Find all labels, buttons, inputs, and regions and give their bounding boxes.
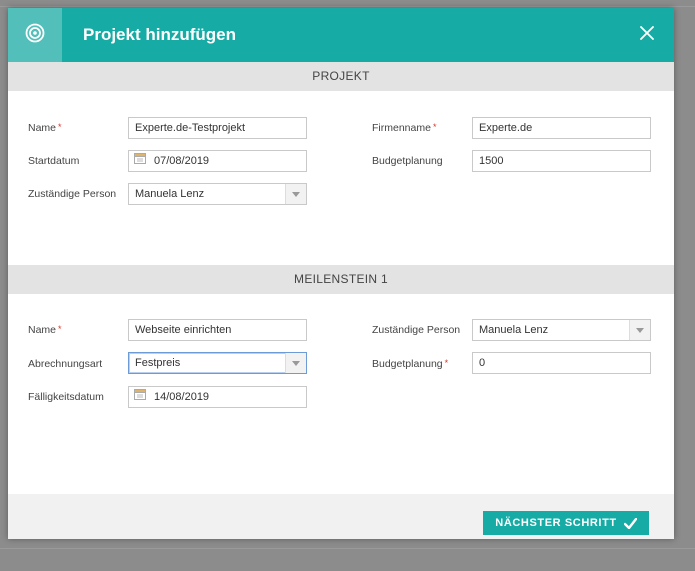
- milestone-budget-label: Budgetplanung *: [372, 358, 449, 370]
- start-date-value: 07/08/2019: [154, 155, 210, 167]
- milestone-person-value: Manuela Lenz: [479, 324, 549, 336]
- calendar-icon: [134, 387, 146, 407]
- backdrop-divider: [0, 548, 695, 549]
- milestone-name-input[interactable]: Webseite einrichten: [128, 319, 307, 341]
- milestone-person-select[interactable]: Manuela Lenz: [472, 319, 651, 341]
- close-button[interactable]: [634, 22, 660, 48]
- company-name-input[interactable]: Experte.de: [472, 117, 651, 139]
- billing-type-label: Abrechnungsart: [28, 358, 103, 370]
- add-project-dialog: Projekt hinzufügen PROJEKT Name * Experte…: [8, 8, 674, 539]
- start-date-input[interactable]: 07/08/2019: [128, 150, 307, 172]
- checkmark-icon: [623, 517, 637, 529]
- section-milestone-header: MEILENSTEIN 1: [8, 265, 674, 294]
- next-step-button[interactable]: NÄCHSTER SCHRITT: [483, 511, 649, 535]
- dialog-header: Projekt hinzufügen: [8, 8, 674, 62]
- responsible-person-label: Zuständige Person: [28, 188, 117, 200]
- next-step-label: NÄCHSTER SCHRITT: [495, 517, 617, 529]
- project-name-input[interactable]: Experte.de-Testprojekt: [128, 117, 307, 139]
- due-date-input[interactable]: 14/08/2019: [128, 386, 307, 408]
- due-date-value: 14/08/2019: [154, 391, 210, 403]
- start-date-label: Startdatum: [28, 155, 80, 167]
- milestone-budget-input[interactable]: 0: [472, 352, 651, 374]
- section-project-header: PROJEKT: [8, 62, 674, 91]
- calendar-icon: [134, 151, 146, 171]
- budget-label: Budgetplanung: [372, 155, 443, 167]
- milestone-name-label: Name *: [28, 324, 62, 336]
- company-name-label: Firmenname *: [372, 122, 437, 134]
- backdrop-divider: [0, 6, 695, 7]
- billing-type-value: Festpreis: [135, 357, 181, 369]
- responsible-person-select[interactable]: Manuela Lenz: [128, 183, 307, 205]
- chevron-down-icon: [285, 353, 306, 373]
- due-date-label: Fälligkeitsdatum: [28, 391, 104, 403]
- target-icon: [25, 23, 45, 48]
- chevron-down-icon: [285, 184, 306, 204]
- milestone-person-label: Zuständige Person: [372, 324, 461, 336]
- budget-input[interactable]: 1500: [472, 150, 651, 172]
- project-name-label: Name *: [28, 122, 62, 134]
- close-icon: [640, 25, 654, 45]
- billing-type-select[interactable]: Festpreis: [128, 352, 307, 374]
- chevron-down-icon: [629, 320, 650, 340]
- header-icon-box: [8, 8, 62, 62]
- dialog-title: Projekt hinzufügen: [83, 25, 236, 44]
- responsible-person-value: Manuela Lenz: [135, 188, 205, 200]
